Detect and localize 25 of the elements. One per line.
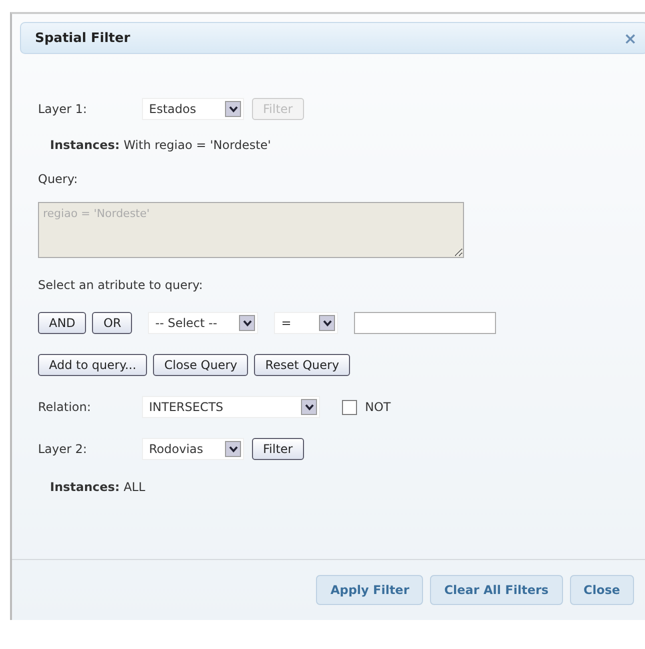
window-title: Spatial Filter [35,30,130,46]
layer-label: Layer 2: [38,442,88,456]
layer-label: Layer 1: [38,102,88,116]
operator-select[interactable]: = [274,312,338,334]
logic-button[interactable]: OR [92,312,132,334]
footer-button[interactable]: Clear All Filters [430,575,563,605]
relation-select[interactable]: INTERSECTS [142,396,320,418]
logic-button[interactable]: AND [38,312,86,334]
instances-text: Instances: With regiao = 'Nordeste' [50,138,272,152]
footer-button[interactable]: Close [570,575,634,605]
footer-button[interactable]: Apply Filter [316,575,424,605]
instances-text: Instances: ALL [50,480,146,494]
query-button[interactable]: Close Query [153,354,248,376]
attribute-label: Select an atribute to query: [38,278,204,292]
attribute-select[interactable]: -- Select -- [148,312,258,334]
not-label: NOT [365,400,391,414]
filter-button[interactable]: Filter [252,438,304,460]
not-checkbox[interactable] [342,400,357,414]
layer-select[interactable]: Estados [142,98,244,120]
relation-label: Relation: [38,400,92,414]
layer-select[interactable]: Rodovias [142,438,244,460]
query-label: Query: [38,172,79,186]
query-button[interactable]: Add to query... [38,354,148,376]
value-field[interactable] [354,312,496,334]
query-button[interactable]: Reset Query [254,354,350,376]
